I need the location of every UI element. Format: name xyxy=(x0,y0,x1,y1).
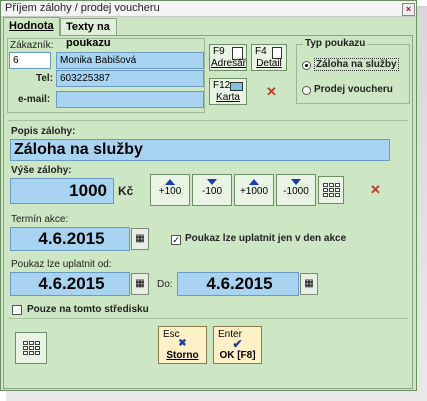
tab-panel-hodnota: Zákazník: 6 Monika Babišová Tel: 6032253… xyxy=(3,35,413,389)
tel-label: Tel: xyxy=(36,73,54,84)
branch-only-checkbox[interactable] xyxy=(12,305,22,315)
valid-to-field[interactable]: 4.6.2015 xyxy=(177,272,299,296)
clear-amount-icon[interactable]: ✕ xyxy=(370,182,381,198)
adresar-label: Adresář xyxy=(211,58,247,69)
cancel-icon: ✖ xyxy=(178,338,187,349)
amount-label: Výše zálohy: xyxy=(11,165,72,176)
description-field[interactable]: Záloha na služby xyxy=(10,139,390,161)
storno-button[interactable]: Esc ✖ Storno xyxy=(158,326,207,364)
down-arrow-icon xyxy=(291,179,301,185)
tab-hodnota[interactable]: Hodnota xyxy=(3,17,60,36)
adresar-key: F9 xyxy=(213,46,225,57)
calendar-icon[interactable]: ▦ xyxy=(131,228,149,250)
up-arrow-icon xyxy=(165,179,175,185)
minus-100-button[interactable]: -100 xyxy=(192,174,232,206)
radio-prodej-label[interactable]: Prodej voucheru xyxy=(314,84,393,95)
card-icon xyxy=(230,82,243,91)
check-icon: ✔ xyxy=(232,337,243,351)
karta-button[interactable]: F12 Karta xyxy=(209,78,247,105)
plus-1000-label: +1000 xyxy=(239,186,269,197)
minus-100-label: -100 xyxy=(201,186,222,197)
branch-only-label: Pouze na tomto středisku xyxy=(27,304,149,315)
customer-id-field[interactable]: 6 xyxy=(9,52,51,69)
storno-label: Storno xyxy=(166,350,199,361)
event-date-field[interactable]: 4.6.2015 xyxy=(10,227,130,251)
only-on-event-day-checkbox[interactable]: ✓ xyxy=(171,235,181,245)
numpad-button[interactable] xyxy=(318,176,344,204)
adresar-button[interactable]: F9 Adresář xyxy=(209,44,247,71)
calendar-icon[interactable]: ▦ xyxy=(131,273,149,295)
detail-button[interactable]: F4 Detail xyxy=(251,44,287,71)
numpad-icon xyxy=(319,183,343,197)
ok-button[interactable]: Enter ✔ OK [F8] xyxy=(213,326,262,364)
tel-field[interactable]: 603225387 xyxy=(56,70,204,87)
close-button[interactable]: × xyxy=(402,3,415,16)
only-on-event-day-label: Poukaz lze uplatnit jen v den akce xyxy=(185,233,347,244)
email-label: e-mail: xyxy=(18,94,51,105)
radio-prodej-voucheru[interactable] xyxy=(302,86,311,95)
description-label: Popis zálohy: xyxy=(11,126,76,137)
divider xyxy=(8,120,408,121)
up-arrow-icon xyxy=(249,179,259,185)
keyboard-button[interactable] xyxy=(15,332,47,364)
karta-key: F12 xyxy=(213,80,231,91)
valid-from-field[interactable]: 4.6.2015 xyxy=(10,272,130,296)
customer-name-field[interactable]: Monika Babišová xyxy=(56,52,204,69)
email-field[interactable] xyxy=(56,91,204,108)
ok-label: OK [F8] xyxy=(219,350,256,361)
valid-from-label: Poukaz lze uplatnit od: xyxy=(11,259,112,270)
detail-key: F4 xyxy=(255,46,267,57)
down-arrow-icon xyxy=(207,179,217,185)
minus-1000-button[interactable]: -1000 xyxy=(276,174,316,206)
plus-1000-button[interactable]: +1000 xyxy=(234,174,274,206)
title-bar: Příjem zálohy / prodej voucheru × xyxy=(1,1,416,17)
radio-zaloha-na-sluzby[interactable] xyxy=(302,61,311,70)
karta-label: Karta xyxy=(216,92,240,103)
detail-label: Detail xyxy=(256,58,282,69)
dialog-window: Příjem zálohy / prodej voucheru × Hodnot… xyxy=(0,0,417,391)
plus-100-label: +100 xyxy=(158,186,182,197)
window-title: Příjem zálohy / prodej voucheru xyxy=(5,2,160,14)
clear-customer-icon[interactable]: ✕ xyxy=(266,84,277,100)
radio-zaloha-label[interactable]: Záloha na služby xyxy=(314,58,399,71)
voucher-type-label: Typ poukazu xyxy=(303,38,368,49)
minus-1000-label: -1000 xyxy=(283,186,309,197)
divider xyxy=(8,318,408,319)
voucher-type-group xyxy=(296,44,410,104)
tab-texty-na-poukazu[interactable]: Texty na poukazu xyxy=(60,18,117,49)
plus-100-button[interactable]: +100 xyxy=(150,174,190,206)
keyboard-icon xyxy=(16,341,46,355)
amount-field[interactable]: 1000 xyxy=(10,178,114,204)
calendar-icon[interactable]: ▦ xyxy=(300,273,318,295)
customer-label: Zákazník: xyxy=(10,40,54,51)
valid-to-label: Do: xyxy=(157,279,173,290)
event-date-label: Termín akce: xyxy=(11,214,69,225)
currency-label: Kč xyxy=(118,184,134,198)
